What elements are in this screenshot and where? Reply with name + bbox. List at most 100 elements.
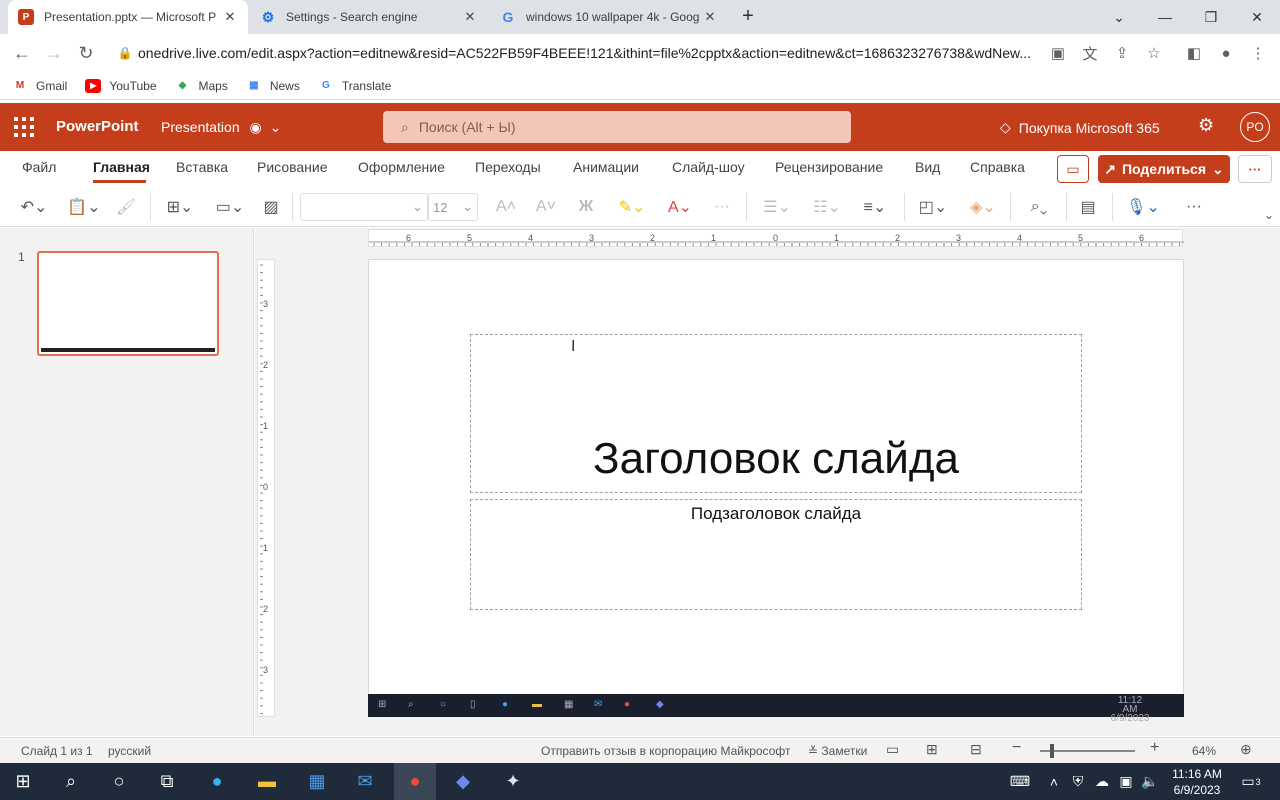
normal-view-icon[interactable]: ▭ <box>886 741 899 758</box>
align-icon[interactable]: ≡⌄ <box>854 195 896 219</box>
tab-insert[interactable]: Вставка <box>176 159 228 175</box>
layout-icon[interactable]: ▭⌄ <box>210 195 250 219</box>
slide-thumbnail[interactable] <box>37 251 219 356</box>
volume-icon[interactable]: 🔈 <box>1138 763 1162 800</box>
side-panel-icon[interactable]: ◧ <box>1178 34 1210 72</box>
bookmark-maps[interactable]: ◆ Maps <box>175 79 228 93</box>
address-bar[interactable]: 🔒 onedrive.live.com/edit.aspx?action=edi… <box>112 37 1032 69</box>
avatar[interactable]: PO <box>1240 112 1270 142</box>
slide-subtitle[interactable]: Подзаголовок слайда <box>470 504 1082 524</box>
fit-to-window-icon[interactable]: ⊕ <box>1240 741 1252 758</box>
bold-icon[interactable]: Ж <box>572 195 600 219</box>
collapse-ribbon-icon[interactable]: ⌄ <box>1260 203 1278 227</box>
search-icon[interactable]: ⌕ <box>50 763 92 800</box>
shape-fill-icon[interactable]: ◈⌄ <box>962 195 1004 219</box>
more-font-icon[interactable]: ··· <box>708 195 736 219</box>
bullets-icon[interactable]: ☰⌄ <box>756 195 798 219</box>
close-tab-icon[interactable]: ✕ <box>222 9 238 25</box>
app-launcher-icon[interactable] <box>12 115 36 139</box>
tab-view[interactable]: Вид <box>915 159 940 175</box>
chevron-up-icon[interactable]: ˄ <box>1042 763 1066 800</box>
new-tab-icon[interactable]: + <box>736 5 760 29</box>
language[interactable]: русский <box>108 744 151 758</box>
network-icon[interactable]: ▣ <box>1114 763 1138 800</box>
windows-start-icon[interactable]: ⊞ <box>2 763 44 800</box>
app-name[interactable]: PowerPoint <box>56 118 139 135</box>
minimize-icon[interactable]: — <box>1142 0 1188 34</box>
taskbar-clock[interactable]: 11:16 AM 6/9/2023 <box>1166 766 1228 798</box>
dictate-icon[interactable]: 🎙⌄ <box>1122 195 1164 219</box>
close-tab-icon[interactable]: ✕ <box>702 9 718 25</box>
tab-file[interactable]: Файл <box>22 159 56 175</box>
close-tab-icon[interactable]: ✕ <box>462 9 478 25</box>
restore-icon[interactable]: ❐ <box>1188 0 1234 34</box>
font-color-icon[interactable]: A⌄ <box>660 195 700 219</box>
tab-settings[interactable]: ⚙ Settings - Search engine ✕ <box>250 0 488 34</box>
keyboard-icon[interactable]: ⌨ <box>1006 763 1034 800</box>
picture-icon[interactable]: ▨ <box>258 195 284 219</box>
tab-home[interactable]: Главная <box>93 159 150 175</box>
share-icon[interactable]: ⇪ <box>1106 34 1138 72</box>
comments-button[interactable]: ▭ <box>1057 155 1089 183</box>
translate-page-icon[interactable]: 文 <box>1074 34 1106 72</box>
task-view-icon[interactable]: ⧉ <box>146 763 188 800</box>
app-icon[interactable]: ◆ <box>442 763 484 800</box>
file-explorer-icon[interactable]: ▬ <box>246 763 288 800</box>
tab-design[interactable]: Оформление <box>358 159 445 175</box>
undo-icon[interactable]: ↶⌄ <box>14 195 54 219</box>
security-icon[interactable]: ⛨ <box>1066 763 1090 800</box>
buy-microsoft-365-link[interactable]: ◇ Покупка Microsoft 365 <box>1000 119 1160 136</box>
tab-review[interactable]: Рецензирование <box>775 159 883 175</box>
slide-sorter-icon[interactable]: ⊞ <box>926 741 938 758</box>
lock-icon[interactable]: 🔒 <box>112 46 138 60</box>
settings-gear-icon[interactable]: ⚙ <box>1198 115 1214 136</box>
reload-icon[interactable]: ↻ <box>70 34 102 72</box>
more-commands-icon[interactable]: ··· <box>1178 195 1210 219</box>
notifications-icon[interactable]: ▭ 3 <box>1236 763 1266 800</box>
reading-view-icon[interactable]: ⊟ <box>970 741 982 758</box>
font-name-select[interactable]: ⌄ <box>300 193 428 221</box>
store-icon[interactable]: ▦ <box>296 763 338 800</box>
share-button[interactable]: ↗ Поделиться ⌄ <box>1098 155 1230 183</box>
format-painter-icon[interactable]: 🖌 <box>114 195 138 219</box>
slide-title[interactable]: Заголовок слайда <box>470 434 1082 484</box>
close-window-icon[interactable]: ✕ <box>1234 0 1280 34</box>
mail-icon[interactable]: ✉ <box>344 763 386 800</box>
cortana-icon[interactable]: ○ <box>98 763 140 800</box>
tab-slideshow[interactable]: Слайд-шоу <box>672 159 745 175</box>
tab-animations[interactable]: Анимации <box>573 159 639 175</box>
zoom-in-icon[interactable]: + <box>1150 739 1159 757</box>
increase-font-icon[interactable]: A˄ <box>492 195 520 219</box>
decrease-font-icon[interactable]: A˅ <box>532 195 560 219</box>
back-icon[interactable]: ← <box>6 34 38 72</box>
tab-draw[interactable]: Рисование <box>257 159 328 175</box>
game-app-icon[interactable]: ✦ <box>492 763 534 800</box>
shapes-icon[interactable]: ◰⌄ <box>912 195 954 219</box>
edge-icon[interactable]: ● <box>196 763 238 800</box>
onedrive-icon[interactable]: ☁ <box>1090 763 1114 800</box>
document-name[interactable]: Presentation ◉ ⌄ <box>161 119 281 136</box>
bookmark-translate[interactable]: G Translate <box>318 79 391 93</box>
font-size-select[interactable]: 12 ⌄ <box>428 193 478 221</box>
tab-google[interactable]: G windows 10 wallpaper 4k - Goog ✕ <box>490 0 728 34</box>
highlight-icon[interactable]: ✎⌄ <box>612 195 652 219</box>
bookmark-news[interactable]: ▦ News <box>246 79 300 93</box>
zoom-slider-thumb[interactable] <box>1050 744 1054 758</box>
paste-icon[interactable]: 📋⌄ <box>64 195 104 219</box>
new-slide-icon[interactable]: ⊞⌄ <box>160 195 200 219</box>
bookmark-star-icon[interactable]: ☆ <box>1138 34 1170 72</box>
bookmark-youtube[interactable]: ▶ YouTube <box>85 78 157 93</box>
notes-button[interactable]: ≚ Заметки <box>808 744 867 758</box>
zoom-out-icon[interactable]: − <box>1012 739 1021 757</box>
search-input[interactable]: ⌕ Поиск (Alt + Ы) <box>383 111 851 143</box>
numbering-icon[interactable]: ☷⌄ <box>806 195 848 219</box>
find-icon[interactable]: ⌕⌄ <box>1018 195 1060 219</box>
designer-icon[interactable]: ▤ <box>1074 195 1102 219</box>
bookmark-gmail[interactable]: M Gmail <box>12 79 68 93</box>
chrome-icon[interactable]: ● <box>394 763 436 800</box>
profile-icon[interactable]: ● <box>1210 34 1242 72</box>
forward-icon[interactable]: → <box>38 34 70 72</box>
zoom-slider[interactable] <box>1040 750 1135 752</box>
more-options-button[interactable]: ··· <box>1238 155 1272 183</box>
tab-transitions[interactable]: Переходы <box>475 159 541 175</box>
